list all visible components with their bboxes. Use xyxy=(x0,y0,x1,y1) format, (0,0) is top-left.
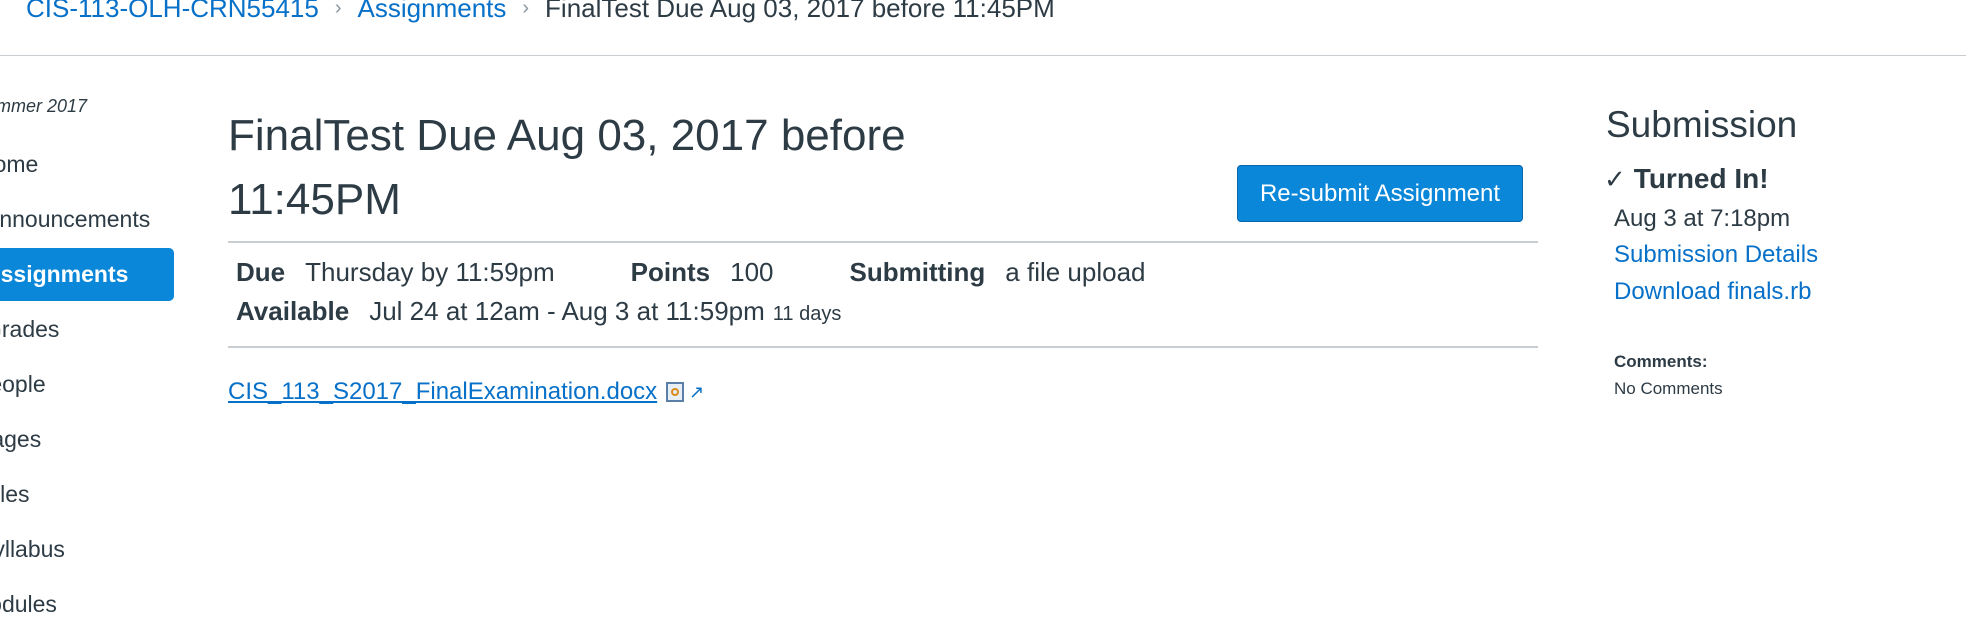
checkmark-icon: ✓ xyxy=(1604,163,1626,194)
nav-item-announcements[interactable]: Announcements xyxy=(0,193,174,246)
external-link-icon[interactable]: ↗ xyxy=(689,382,704,403)
nav-item-syllabus[interactable]: Syllabus xyxy=(0,523,174,576)
nav-item-label: Grades xyxy=(0,316,60,342)
submission-heading: Submission xyxy=(1606,104,1798,145)
nav-item-label: Home xyxy=(0,151,39,177)
chevron-right-icon: › xyxy=(334,0,342,19)
submitting-label: Submitting xyxy=(849,257,986,287)
course-nav: Home Announcements Assignments Grades Pe… xyxy=(0,138,174,633)
header-divider xyxy=(0,55,1966,56)
nav-item-label: Modules xyxy=(0,591,57,617)
attachment-link[interactable]: CIS_113_S2017_FinalExamination.docx xyxy=(228,378,657,406)
available-label: Available xyxy=(236,296,350,326)
download-submission-link[interactable]: Download finals.rb xyxy=(1614,278,1811,306)
nav-item-label: Syllabus xyxy=(0,536,65,562)
comments-value: No Comments xyxy=(1614,379,1723,398)
submission-status: ✓ Turned In! xyxy=(1604,163,1769,195)
resubmit-assignment-button[interactable]: Re-submit Assignment xyxy=(1237,165,1523,222)
submission-date: Aug 3 at 7:18pm xyxy=(1614,205,1791,232)
comments-label: Comments: xyxy=(1614,352,1708,371)
points-label: Points xyxy=(630,257,711,287)
nav-item-pages[interactable]: Pages xyxy=(0,413,174,466)
details-divider-bottom xyxy=(228,346,1538,348)
nav-item-home[interactable]: Home xyxy=(0,138,174,191)
assignment-details-row: Due Thursday by 11:59pm Points 100 Submi… xyxy=(236,257,1146,288)
nav-item-people[interactable]: People xyxy=(0,358,174,411)
breadcrumb: CIS-113-OLH-CRN55415 › Assignments › Fin… xyxy=(26,0,1055,24)
available-value: Jul 24 at 12am - Aug 3 at 11:59pm xyxy=(369,296,765,326)
nav-item-grades[interactable]: Grades xyxy=(0,303,174,356)
breadcrumb-current: FinalTest Due Aug 03, 2017 before 11:45P… xyxy=(545,0,1055,23)
nav-item-assignments[interactable]: Assignments xyxy=(0,248,174,301)
due-value: Thursday by 11:59pm xyxy=(305,257,555,287)
document-preview-icon[interactable] xyxy=(666,382,685,402)
submitting-value: a file upload xyxy=(1005,257,1146,287)
nav-item-label: People xyxy=(0,371,46,397)
available-duration: 11 days xyxy=(772,303,842,325)
nav-item-label: Assignments xyxy=(0,261,129,287)
attachment: CIS_113_S2017_FinalExamination.docx ↗ xyxy=(228,378,704,406)
nav-item-label: Pages xyxy=(0,426,42,452)
breadcrumb-assignments-link[interactable]: Assignments xyxy=(358,0,507,24)
submission-status-label: Turned In! xyxy=(1633,163,1769,194)
availability-row: Available Jul 24 at 12am - Aug 3 at 11:5… xyxy=(236,296,841,327)
nav-item-label: Files xyxy=(0,481,30,507)
nav-item-label: Announcements xyxy=(0,206,151,232)
details-divider-top xyxy=(228,241,1538,243)
chevron-right-icon: › xyxy=(522,0,530,19)
submission-details-link[interactable]: Submission Details xyxy=(1614,241,1818,269)
due-label: Due xyxy=(236,257,286,287)
assignment-title: FinalTest Due Aug 03, 2017 before 11:45P… xyxy=(228,111,906,224)
breadcrumb-course-link[interactable]: CIS-113-OLH-CRN55415 xyxy=(26,0,319,24)
nav-item-files[interactable]: Files xyxy=(0,468,174,521)
page: CIS-113-OLH-CRN55415 › Assignments › Fin… xyxy=(0,0,1966,640)
course-term: mmer 2017 xyxy=(0,96,88,116)
nav-item-modules[interactable]: Modules xyxy=(0,578,174,631)
points-value: 100 xyxy=(730,257,774,287)
